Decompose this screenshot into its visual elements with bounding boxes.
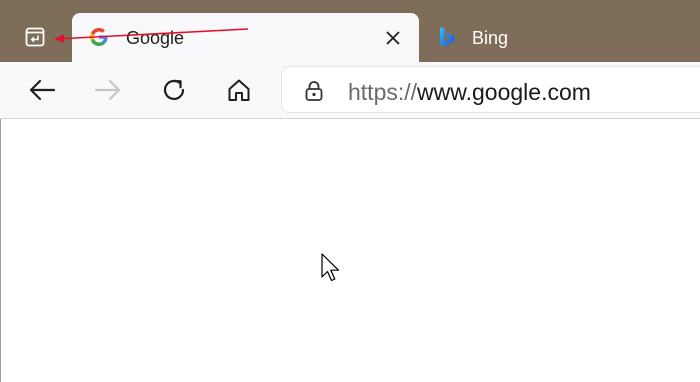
mouse-cursor-icon [321, 253, 340, 282]
url-scheme: https:// [348, 79, 418, 105]
refresh-icon [163, 79, 185, 101]
bing-logo-icon [440, 27, 455, 47]
tab-title: Bing [472, 28, 509, 48]
page-content[interactable] [0, 119, 700, 382]
navigation-toolbar: https://www.google.com [0, 62, 700, 118]
home-button[interactable] [221, 72, 257, 108]
arrow-right-icon [94, 79, 121, 101]
url-text[interactable]: https://www.google.com [348, 79, 591, 106]
address-bar[interactable]: https://www.google.com [282, 67, 700, 112]
lock-icon[interactable] [304, 80, 324, 102]
refresh-button[interactable] [156, 72, 192, 108]
close-icon [386, 31, 400, 45]
arrow-left-icon [29, 79, 56, 101]
back-button[interactable] [24, 72, 60, 108]
forward-button[interactable] [90, 72, 126, 108]
window-border [0, 119, 1, 382]
tab-bing[interactable]: Bing [432, 13, 692, 62]
close-tab-button[interactable] [382, 27, 404, 49]
url-host: www.google.com [417, 79, 591, 105]
home-icon [228, 79, 250, 101]
annotation-arrow [54, 28, 249, 43]
